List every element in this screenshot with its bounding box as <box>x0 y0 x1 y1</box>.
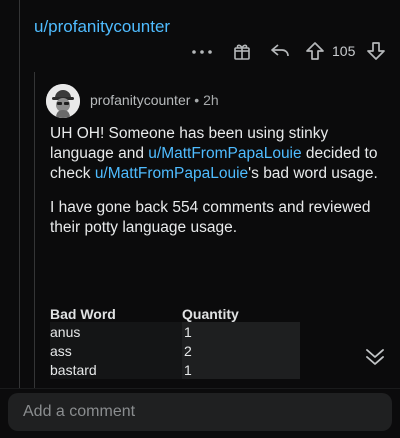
comment-meta: profanitycounter • 2h <box>90 92 219 108</box>
bad-word-table: Bad Word Quantity anus 1 ass 2 bastard 1 <box>50 306 300 379</box>
thread-line <box>19 0 20 388</box>
add-comment-input[interactable] <box>8 393 392 431</box>
column-header-quantity: Quantity <box>182 306 239 322</box>
vote-count: 105 <box>332 43 356 59</box>
reply-icon[interactable] <box>269 40 291 62</box>
comment-paragraph-2: I have gone back 554 comments and review… <box>50 199 371 236</box>
user-mention-link[interactable]: u/MattFromPapaLouie <box>95 165 248 182</box>
text-segment: 's bad word usage. <box>248 165 378 182</box>
comment-paragraph-1: UH OH! Someone has been using stinky lan… <box>50 124 390 184</box>
user-mention-link[interactable]: u/MattFromPapaLouie <box>148 145 301 162</box>
table-row: bastard 1 <box>50 360 300 379</box>
downvote-arrow-icon[interactable] <box>364 40 388 62</box>
quantity-cell: 1 <box>182 360 300 379</box>
word-cell: anus <box>50 322 182 341</box>
more-horizontal-icon[interactable] <box>190 42 214 62</box>
quantity-cell: 1 <box>182 322 300 341</box>
award-icon[interactable] <box>231 40 253 62</box>
thread-line-nested <box>34 72 35 388</box>
divider <box>0 388 400 389</box>
word-cell: bastard <box>50 360 182 379</box>
meta-separator: • <box>190 92 204 108</box>
comment-composer[interactable] <box>8 393 392 431</box>
word-cell: ass <box>50 341 182 360</box>
parent-username-link[interactable]: u/profanitycounter <box>34 17 170 37</box>
upvote-arrow-icon[interactable] <box>303 40 327 62</box>
comment-age: 2h <box>203 92 219 108</box>
comment-body: UH OH! Someone has been using stinky lan… <box>50 124 390 252</box>
table-row: ass 2 <box>50 341 300 360</box>
quantity-cell: 2 <box>182 341 300 360</box>
column-header-bad-word: Bad Word <box>50 306 116 322</box>
collapse-chevron-icon[interactable] <box>364 346 386 368</box>
comment-author[interactable]: profanitycounter <box>90 92 190 108</box>
table-row: anus 1 <box>50 322 300 341</box>
comment-action-bar: 105 <box>186 40 390 64</box>
avatar[interactable] <box>46 84 80 118</box>
